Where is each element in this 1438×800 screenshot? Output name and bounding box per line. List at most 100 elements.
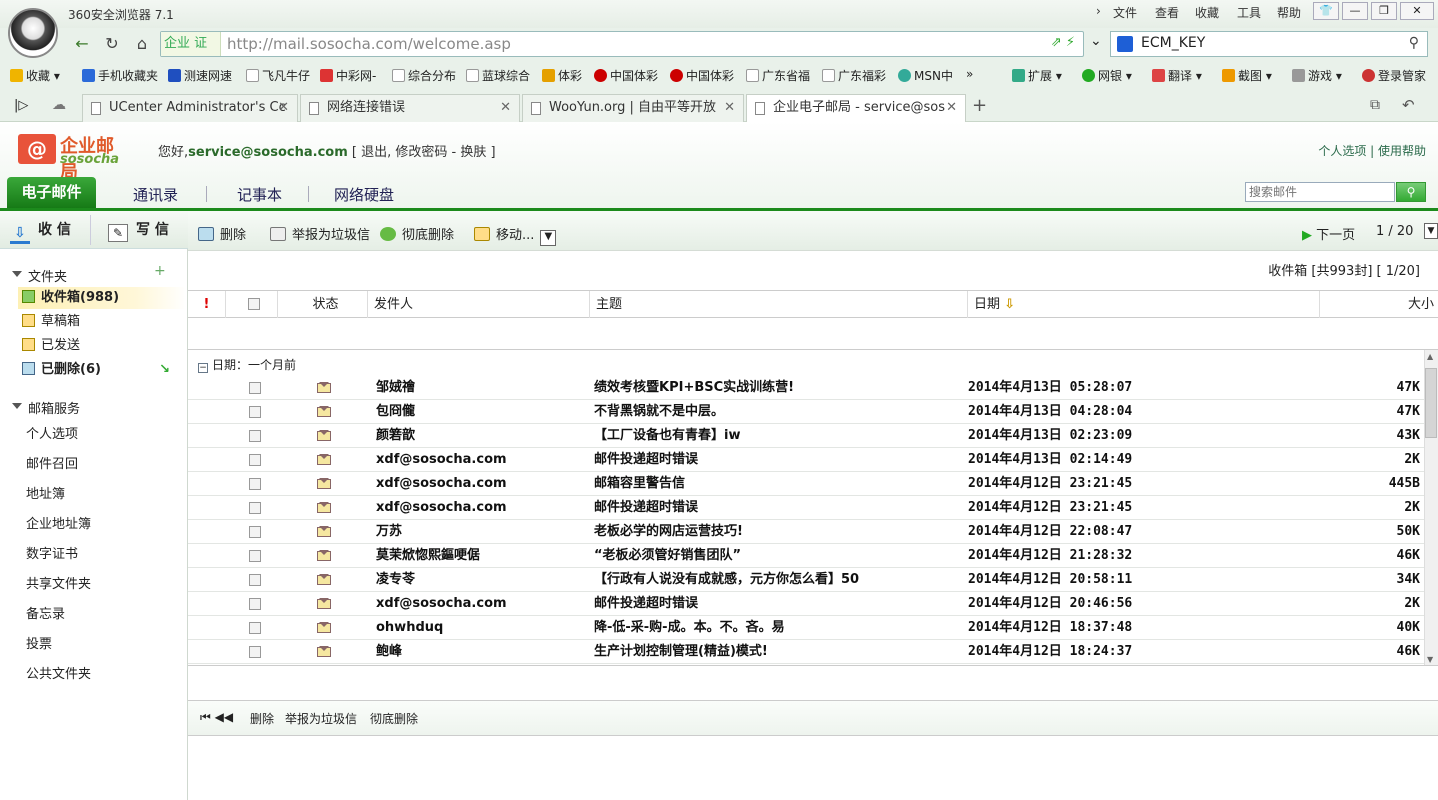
folder-drafts[interactable]: 草稿箱	[18, 311, 186, 333]
row-subject[interactable]: 【工厂设备也有青春】iw	[594, 424, 740, 447]
row-checkbox[interactable]	[249, 406, 261, 418]
col-priority[interactable]: !	[188, 291, 226, 318]
row-checkbox[interactable]	[249, 382, 261, 394]
report-spam-button[interactable]: 举报为垃圾信	[270, 224, 370, 243]
login-manager-button[interactable]: 登录管家	[1362, 67, 1426, 84]
service-certificate[interactable]: 数字证书	[26, 543, 78, 562]
bookmark-zgticai-1[interactable]: 中国体彩	[594, 67, 658, 84]
row-sender[interactable]: 鲍峰	[376, 640, 402, 663]
scroll-up-icon[interactable]: ▲	[1427, 352, 1433, 361]
cloud-icon[interactable]: ☁	[52, 97, 66, 113]
row-subject[interactable]: 【行政有人说没有成就感，元方你怎么看】50	[594, 568, 859, 591]
screenshot-button[interactable]: 截图 ▾	[1222, 67, 1272, 84]
row-subject[interactable]: 邮件投递超时错误	[594, 592, 698, 615]
col-subject[interactable]: 主题	[590, 291, 968, 318]
games-button[interactable]: 游戏 ▾	[1292, 67, 1342, 84]
footer-delete-permanently-button[interactable]: 彻底删除	[370, 710, 418, 727]
tab-ucenter[interactable]: UCenter Administrator's Cc ✕	[82, 94, 298, 122]
add-folder-icon[interactable]: +	[154, 263, 166, 279]
menu-favorites[interactable]: 收藏	[1195, 4, 1219, 21]
row-checkbox[interactable]	[249, 622, 261, 634]
personal-help-links[interactable]: 个人选项 | 使用帮助	[1318, 142, 1426, 159]
tab-email[interactable]: 电子邮件	[7, 177, 96, 208]
menu-chevron-icon[interactable]: ›	[1096, 4, 1101, 18]
row-checkbox[interactable]	[249, 550, 261, 562]
move-dropdown[interactable]: 移动... ▼	[474, 224, 557, 246]
url-text[interactable]: http://mail.sosocha.com/welcome.asp	[227, 35, 511, 53]
bookmark-lanqiu[interactable]: 蓝球综合	[466, 67, 530, 84]
tab-notes[interactable]: 记事本	[237, 182, 282, 208]
browser-logo-avatar[interactable]	[8, 8, 58, 58]
table-row[interactable]: xdf@sosocha.com 邮件投递超时错误 2014年4月12日 23:21:…	[188, 496, 1424, 520]
maximize-icon[interactable]: ❐	[1371, 2, 1397, 20]
table-row[interactable]: ohwhduq 降-低-采-购-成。本。不。吝。易 2014年4月12日 18:37…	[188, 616, 1424, 640]
col-date[interactable]: 日期 ⇩	[968, 291, 1320, 318]
col-size[interactable]: 大小	[1320, 291, 1438, 318]
home-icon[interactable]: ⌂	[130, 32, 154, 56]
table-row[interactable]: 万苏 老板必学的网店运营技巧! 2014年4月12日 22:08:47 50K	[188, 520, 1424, 544]
tab-enterprise-mail[interactable]: 企业电子邮局 - service@sos ✕	[746, 94, 966, 122]
row-sender[interactable]: 包冏儱	[376, 400, 415, 423]
receive-button[interactable]: ⇩ 收 信	[10, 211, 71, 249]
mail-search-button[interactable]: ⚲	[1396, 182, 1426, 202]
tab-contacts[interactable]: 通讯录	[133, 182, 178, 208]
share-icon[interactable]: ⇗ ⚡	[1051, 35, 1075, 50]
row-subject[interactable]: 降-低-采-购-成。本。不。吝。易	[594, 616, 785, 639]
address-bar[interactable]: 企业 证 http://mail.sosocha.com/welcome.asp…	[160, 31, 1084, 57]
folders-section-toggle[interactable]: 文件夹	[12, 266, 67, 285]
compose-button[interactable]: ✎ 写 信	[108, 211, 169, 249]
table-row[interactable]: 鲍峰 生产计划控制管理(精益)模式! 2014年4月12日 18:24:37 46K	[188, 640, 1424, 664]
search-icon[interactable]: ⚲	[1409, 35, 1419, 51]
group-header[interactable]: − 日期：一个月前	[198, 356, 296, 373]
folder-trash[interactable]: 已删除(6) ↘	[18, 359, 186, 381]
refresh-icon[interactable]: ↻	[100, 32, 124, 56]
mail-search-input[interactable]	[1245, 182, 1395, 202]
col-sender[interactable]: 发件人	[368, 291, 590, 318]
minimize-icon[interactable]: —	[1342, 2, 1368, 20]
row-subject[interactable]: 老板必学的网店运营技巧!	[594, 520, 743, 543]
folder-inbox[interactable]: 收件箱(988)	[18, 287, 186, 309]
row-sender[interactable]: xdf@sosocha.com	[376, 472, 507, 495]
close-tab-icon[interactable]: ✕	[724, 95, 735, 121]
row-sender[interactable]: xdf@sosocha.com	[376, 592, 507, 615]
empty-trash-icon[interactable]: ↘	[159, 359, 170, 381]
menu-file[interactable]: 文件	[1113, 4, 1137, 21]
table-row[interactable]: 凌专苓 【行政有人说没有成就感，元方你怎么看】50 2014年4月12日 20:58…	[188, 568, 1424, 592]
row-checkbox[interactable]	[249, 454, 261, 466]
bookmark-zgticai-2[interactable]: 中国体彩	[670, 67, 734, 84]
bookmark-zhongcai[interactable]: 中彩网-	[320, 67, 376, 84]
new-tab-icon[interactable]: +	[972, 95, 987, 116]
tab-netdisk[interactable]: 网络硬盘	[334, 182, 394, 208]
col-status[interactable]: 状态	[278, 291, 368, 318]
close-tab-icon[interactable]: ✕	[500, 95, 511, 121]
more-bookmarks-icon[interactable]: »	[966, 67, 973, 81]
service-public-folder[interactable]: 公共文件夹	[26, 663, 91, 682]
scroll-thumb[interactable]	[1425, 368, 1437, 438]
service-recall[interactable]: 邮件召回	[26, 453, 78, 472]
dropdown-chevron-icon[interactable]: ⌄	[1090, 33, 1102, 49]
folder-sent[interactable]: 已发送	[18, 335, 186, 357]
skin-icon[interactable]: 👕	[1313, 2, 1339, 20]
bookmark-gdfc[interactable]: 广东福彩	[822, 67, 886, 84]
table-row[interactable]: xdf@sosocha.com 邮件投递超时错误 2014年4月13日 02:14:…	[188, 448, 1424, 472]
online-banking-button[interactable]: 网银 ▾	[1082, 67, 1132, 84]
row-subject[interactable]: 不背黑锅就不是中层。	[594, 400, 724, 423]
row-checkbox[interactable]	[249, 574, 261, 586]
row-sender[interactable]: xdf@sosocha.com	[376, 496, 507, 519]
row-sender[interactable]: 颜箬歆	[376, 424, 415, 447]
bookmark-ticai[interactable]: 体彩	[542, 67, 582, 84]
row-subject[interactable]: 绩效考核暨KPI+BSC实战训练营!	[594, 376, 794, 399]
mail-brand-logo[interactable]: @ 企业邮局 sosocha	[18, 132, 130, 183]
row-subject[interactable]: 邮箱容里警告信	[594, 472, 685, 495]
bookmark-favorites[interactable]: 收藏 ▾	[10, 67, 60, 84]
delete-permanently-button[interactable]: 彻底删除	[380, 224, 454, 243]
service-vote[interactable]: 投票	[26, 633, 52, 652]
tab-list-icon[interactable]: ⧉	[1370, 97, 1380, 113]
bookmark-zonghe[interactable]: 综合分布	[392, 67, 456, 84]
row-sender[interactable]: 凌专苓	[376, 568, 415, 591]
row-sender[interactable]: ohwhduq	[376, 616, 443, 639]
page-dropdown-chevron-icon[interactable]: ▼	[1424, 223, 1438, 239]
row-sender[interactable]: 万苏	[376, 520, 402, 543]
menu-help[interactable]: 帮助	[1277, 4, 1301, 21]
browser-search-box[interactable]: ECM_KEY ⚲	[1110, 31, 1428, 57]
